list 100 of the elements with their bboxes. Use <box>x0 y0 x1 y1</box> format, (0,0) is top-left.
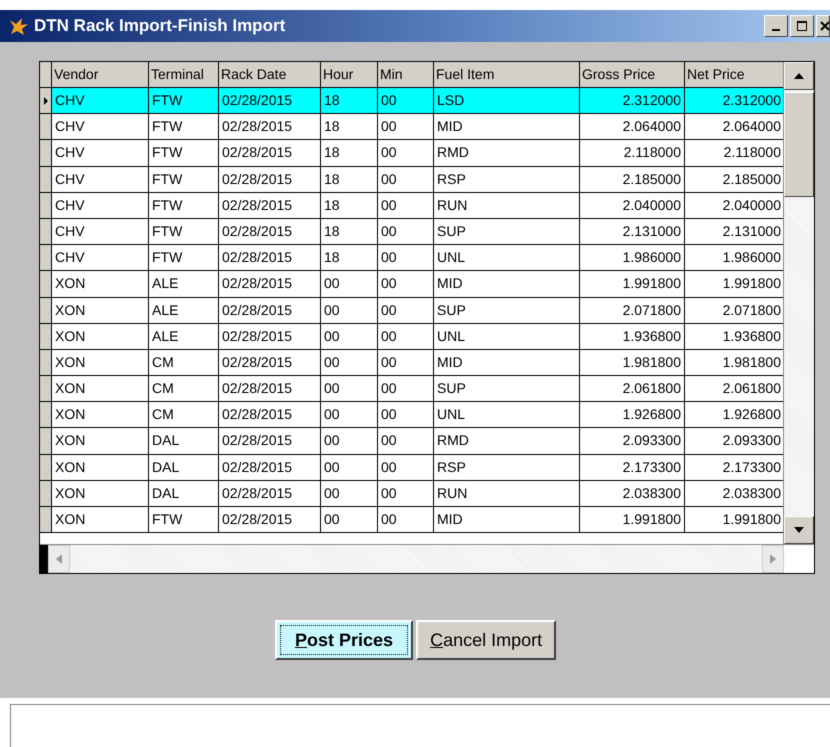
table-cell: CHV <box>52 114 149 140</box>
table-cell: CHV <box>52 88 149 114</box>
table-cell: 00 <box>378 480 434 507</box>
row-indicator[interactable] <box>40 376 52 402</box>
table-cell: 1.981800 <box>580 350 685 376</box>
row-indicator[interactable] <box>40 114 52 140</box>
table-cell: RSP <box>434 454 580 481</box>
row-indicator[interactable] <box>40 480 52 507</box>
table-cell: 02/28/2015 <box>219 428 321 455</box>
table-cell: 2.040000 <box>580 192 685 219</box>
table-cell: 02/28/2015 <box>219 454 321 481</box>
table-cell: 02/28/2015 <box>219 140 321 167</box>
table-cell: 00 <box>378 192 434 219</box>
table-cell: 00 <box>321 454 378 481</box>
scroll-up-button[interactable] <box>784 62 814 90</box>
table-cell: 00 <box>378 218 434 246</box>
table-cell: 2.038300 <box>580 480 685 507</box>
scroll-down-button[interactable] <box>784 516 814 544</box>
table-cell: FTW <box>149 507 219 534</box>
table-cell: 00 <box>378 88 434 114</box>
table-cell: 00 <box>378 245 434 272</box>
row-indicator[interactable] <box>40 428 52 455</box>
table-cell: 2.061800 <box>580 376 685 402</box>
row-indicator[interactable] <box>40 324 52 350</box>
action-button[interactable]: Post Prices <box>275 620 414 660</box>
table-cell: MID <box>434 350 580 376</box>
table-cell: DAL <box>149 454 219 481</box>
table-cell: XON <box>52 428 149 455</box>
table-cell: XON <box>52 271 149 298</box>
table-cell: RUN <box>434 480 580 507</box>
row-indicator[interactable] <box>40 166 52 193</box>
table-cell: 00 <box>378 402 434 428</box>
row-indicator[interactable] <box>40 298 52 324</box>
table-cell: MID <box>434 271 580 298</box>
row-indicator[interactable] <box>40 507 52 534</box>
table-cell: XON <box>52 402 149 428</box>
table-cell: 00 <box>321 271 378 298</box>
table-cell: 02/28/2015 <box>219 271 321 298</box>
table-cell: 02/28/2015 <box>219 245 321 272</box>
table-cell: FTW <box>149 140 219 167</box>
row-indicator[interactable] <box>40 271 52 298</box>
table-cell: CM <box>149 350 219 376</box>
table-cell: 00 <box>321 350 378 376</box>
table-cell: 2.173300 <box>580 454 685 481</box>
row-indicator[interactable] <box>40 88 52 114</box>
table-cell: FTW <box>149 166 219 193</box>
table-cell: 18 <box>321 166 378 193</box>
scroll-thumb[interactable] <box>784 92 814 197</box>
row-indicator[interactable] <box>40 402 52 428</box>
table-cell: FTW <box>149 192 219 219</box>
table-cell: 00 <box>378 350 434 376</box>
table-cell: 02/28/2015 <box>219 480 321 507</box>
table-cell: 02/28/2015 <box>219 376 321 402</box>
table-cell: 18 <box>321 114 378 140</box>
table-cell: 00 <box>378 454 434 481</box>
row-indicator[interactable] <box>40 245 52 272</box>
row-indicator[interactable] <box>40 350 52 376</box>
table-cell: 00 <box>378 376 434 402</box>
table-cell: CM <box>149 402 219 428</box>
table-cell: 02/28/2015 <box>219 350 321 376</box>
table-cell: CM <box>149 376 219 402</box>
table-cell: 18 <box>321 218 378 246</box>
maximize-button[interactable] <box>790 15 814 37</box>
table-cell: 00 <box>321 298 378 324</box>
row-indicator[interactable] <box>40 218 52 246</box>
table-cell: LSD <box>434 88 580 114</box>
table-cell: 1.991800 <box>580 271 685 298</box>
table-cell: 2.131000 <box>580 218 685 246</box>
minimize-button[interactable] <box>764 15 788 37</box>
close-icon <box>820 21 829 31</box>
table-cell: XON <box>52 507 149 534</box>
table-cell: ALE <box>149 298 219 324</box>
row-indicator[interactable] <box>40 192 52 219</box>
table-cell: CHV <box>52 218 149 246</box>
table-cell: 18 <box>321 140 378 167</box>
row-indicator[interactable] <box>40 454 52 481</box>
table-cell: 02/28/2015 <box>219 88 321 114</box>
table-cell: RMD <box>434 140 580 167</box>
table-cell: DAL <box>149 480 219 507</box>
vertical-scrollbar[interactable] <box>783 62 814 544</box>
table-cell: MID <box>434 114 580 140</box>
table-cell: FTW <box>149 114 219 140</box>
close-button[interactable] <box>816 15 830 37</box>
table-cell: XON <box>52 454 149 481</box>
table-cell: 00 <box>378 166 434 193</box>
action-button[interactable]: Cancel Import <box>416 620 556 660</box>
table-cell: MID <box>434 507 580 534</box>
table-cell: 2.064000 <box>580 114 685 140</box>
table-cell: 00 <box>378 140 434 167</box>
table-cell: 02/28/2015 <box>219 166 321 193</box>
minimize-icon <box>772 29 780 31</box>
table-cell: 1.926800 <box>580 402 685 428</box>
table-cell: XON <box>52 376 149 402</box>
table-cell: 00 <box>321 402 378 428</box>
row-indicator[interactable] <box>40 140 52 167</box>
table-cell: 00 <box>378 428 434 455</box>
table-cell: 00 <box>321 480 378 507</box>
table-cell: 00 <box>378 114 434 140</box>
table-cell: 02/28/2015 <box>219 192 321 219</box>
table-cell: DAL <box>149 428 219 455</box>
